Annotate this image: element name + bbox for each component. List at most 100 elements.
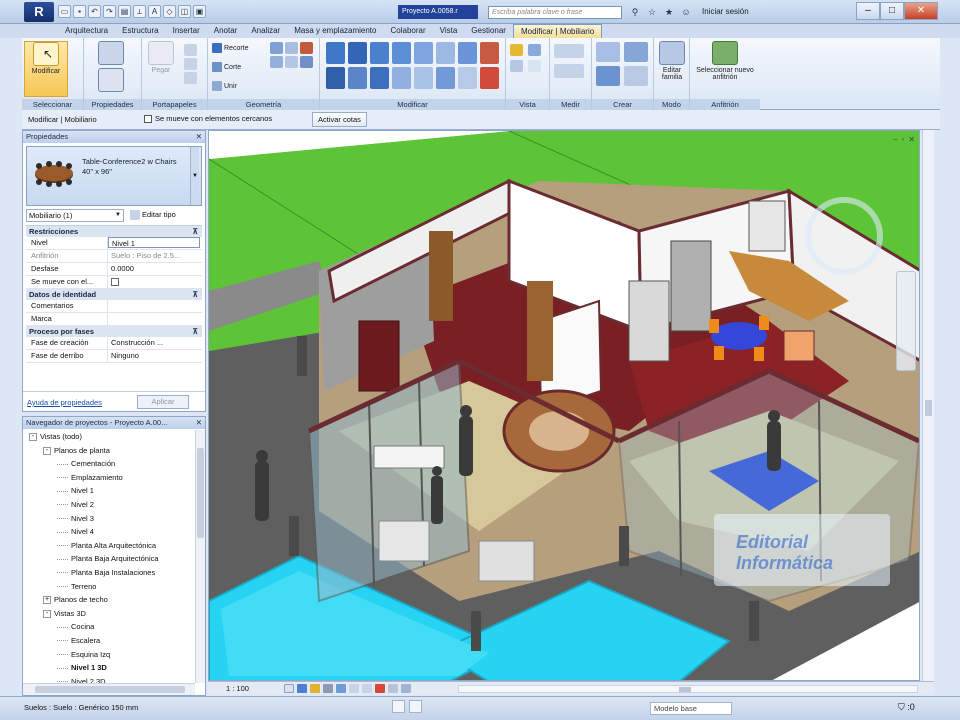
scroll-thumb[interactable] — [197, 448, 204, 538]
folder-open-icon[interactable]: ▭ — [58, 5, 71, 18]
create-similar-icon[interactable] — [624, 66, 648, 86]
restore-icon[interactable]: ▫ — [901, 135, 904, 144]
array-icon[interactable] — [414, 67, 433, 89]
tree-item[interactable]: Nivel 3 — [23, 512, 195, 526]
linework-icon[interactable] — [510, 60, 523, 72]
reveal-hidden-icon[interactable] — [401, 684, 411, 693]
browser-vertical-scrollbar[interactable] — [195, 430, 205, 683]
design-options-icon[interactable] — [409, 700, 422, 713]
unpin-icon[interactable] — [480, 42, 499, 64]
activate-dimensions-button[interactable]: Activar cotas — [312, 112, 367, 127]
close-icon[interactable]: ✕ — [196, 417, 202, 429]
unir-button[interactable]: Unir — [212, 81, 237, 91]
prop-value-fase-creacion[interactable]: Construcción ... — [108, 337, 202, 349]
edit-family-button[interactable]: Editar familia — [656, 41, 688, 81]
tab-gestionar[interactable]: Gestionar — [464, 24, 513, 38]
prop-value-fase-derribo[interactable]: Ninguno — [108, 350, 202, 362]
shadows-icon[interactable] — [323, 684, 333, 693]
checkbox-box[interactable] — [111, 278, 119, 286]
tab-colaborar[interactable]: Colaborar — [383, 24, 432, 38]
viewport-horizontal-scrollbar[interactable] — [458, 685, 918, 693]
prop-value-nivel[interactable]: Nivel 1 — [108, 237, 200, 248]
worksets-icon[interactable] — [392, 700, 405, 713]
mirror-draw-icon[interactable] — [392, 42, 411, 64]
copy-element-icon[interactable] — [348, 67, 367, 89]
move-icon[interactable] — [326, 67, 345, 89]
measure-between-icon[interactable] — [554, 44, 584, 58]
prop-value-comentarios[interactable] — [108, 300, 202, 312]
tree-item[interactable]: - Vistas (todo) — [23, 430, 195, 444]
close-hidden-icon[interactable]: ▣ — [193, 5, 206, 18]
tab-insertar[interactable]: Insertar — [166, 24, 207, 38]
pin-icon[interactable] — [458, 67, 477, 89]
apply-button[interactable]: Aplicar — [137, 395, 189, 409]
chevron-down-icon[interactable]: ▼ — [190, 147, 199, 205]
split-icon[interactable] — [414, 42, 433, 64]
view-scale[interactable]: 1 : 100 — [226, 684, 249, 693]
tree-item[interactable]: Planta Alta Arquitectónica — [23, 539, 195, 553]
design-option-dropdown[interactable]: Modelo base — [650, 702, 732, 715]
scale-icon[interactable] — [436, 67, 455, 89]
section-proceso-fases[interactable]: Proceso por fases ⊼ — [26, 326, 202, 337]
pick-new-host-button[interactable]: Seleccionar nuevo anfitrión — [692, 41, 758, 81]
tab-arquitectura[interactable]: Arquitectura — [58, 24, 115, 38]
app-menu-button[interactable]: R — [24, 2, 54, 22]
edit-type-button[interactable]: Editar tipo — [130, 210, 176, 221]
tab-masa-emplazamiento[interactable]: Masa y emplazamiento — [287, 24, 383, 38]
render-icon[interactable] — [336, 684, 346, 693]
navigation-bar[interactable] — [896, 271, 916, 371]
prop-value-marca[interactable] — [108, 313, 202, 325]
tab-modificar-mobiliario[interactable]: Modificar | Mobiliario — [512, 24, 603, 38]
collapse-icon[interactable]: - — [29, 433, 37, 442]
expand-icon[interactable]: + — [43, 596, 51, 605]
collapse-icon[interactable]: - — [43, 446, 51, 455]
remove-paint-icon[interactable] — [285, 56, 298, 68]
tree-item[interactable]: Cementación — [23, 457, 195, 471]
tree-item[interactable]: Nivel 2 3D — [23, 675, 195, 683]
minimize-icon[interactable]: – — [856, 2, 880, 20]
binoculars-icon[interactable]: ⚲ — [628, 5, 642, 19]
detail-level-icon[interactable] — [284, 684, 294, 693]
crop-view-icon[interactable] — [349, 684, 359, 693]
properties-button[interactable] — [98, 68, 124, 94]
create-group-icon[interactable] — [596, 66, 620, 86]
section-datos-identidad[interactable]: Datos de identidad ⊼ — [26, 289, 202, 300]
scroll-thumb[interactable] — [35, 686, 185, 693]
viewport-vertical-scrollbar[interactable] — [922, 130, 934, 681]
corte-button[interactable]: Corte — [212, 62, 241, 72]
trim-extend-icon[interactable] — [392, 67, 411, 89]
tree-item[interactable]: Nivel 2 — [23, 498, 195, 512]
tree-item[interactable]: Cocina — [23, 620, 195, 634]
close-icon[interactable]: ✕ — [904, 2, 938, 20]
prop-value-desfase[interactable]: 0.0000 — [108, 263, 202, 275]
tree-item[interactable]: - Vistas 3D — [23, 607, 195, 621]
demolish-icon[interactable] — [300, 42, 313, 54]
section-restricciones[interactable]: Restricciones ⊼ — [26, 226, 202, 237]
tree-item[interactable]: Nivel 1 3D — [23, 661, 195, 675]
viewcube[interactable] — [805, 197, 883, 275]
redo-icon[interactable]: ↷ — [103, 5, 116, 18]
search-input[interactable]: Escriba palabra clave o frase — [488, 6, 622, 19]
override-graphics-icon[interactable] — [528, 44, 541, 56]
moves-with-nearby-checkbox[interactable]: Se mueve con elementos cercanos — [144, 114, 272, 124]
hide-element-icon[interactable] — [510, 44, 523, 56]
beam-join-icon[interactable] — [300, 56, 313, 68]
scroll-thumb[interactable] — [679, 687, 691, 692]
type-properties-button[interactable] — [98, 41, 124, 67]
tree-item[interactable]: Esquina Izq — [23, 648, 195, 662]
paste-button[interactable]: Pegar — [148, 41, 174, 74]
close-icon[interactable]: ✕ — [908, 135, 915, 144]
section-icon[interactable]: ◫ — [178, 5, 191, 18]
mirror-pick-icon[interactable] — [370, 42, 389, 64]
wall-joins-icon[interactable] — [270, 56, 283, 68]
browser-horizontal-scrollbar[interactable] — [23, 683, 195, 695]
star-icon[interactable]: ★ — [662, 5, 676, 19]
offset-icon[interactable] — [348, 42, 367, 64]
undo-icon[interactable]: ↶ — [88, 5, 101, 18]
temporary-hide-icon[interactable] — [388, 684, 398, 693]
type-selector[interactable]: Table-Conference2 w Chairs 40" x 96" ▼ — [26, 146, 202, 206]
paint-icon[interactable] — [285, 42, 298, 54]
minimize-icon[interactable]: – — [893, 135, 897, 144]
user-icon[interactable]: ☺ — [679, 5, 693, 19]
scroll-thumb[interactable] — [925, 400, 932, 416]
